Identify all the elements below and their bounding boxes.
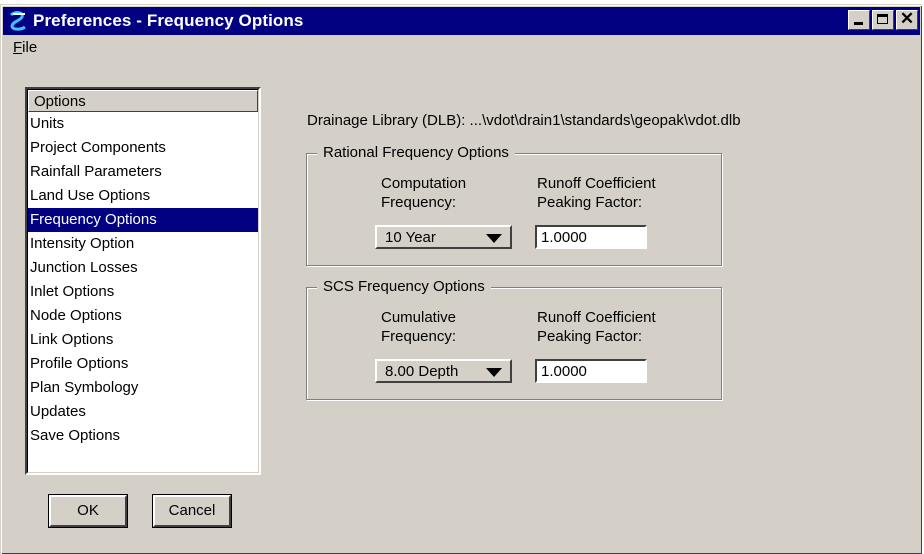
list-item-junction-losses[interactable]: Junction Losses bbox=[28, 256, 258, 280]
rational-frequency-value: 10 Year bbox=[385, 229, 436, 246]
close-button[interactable]: ✕ bbox=[896, 9, 918, 30]
rational-frequency-dropdown[interactable]: 10 Year bbox=[375, 225, 512, 249]
chevron-down-icon bbox=[486, 234, 502, 243]
rational-coefficient-input[interactable]: 1.0000 bbox=[535, 225, 647, 249]
window-title: Preferences - Frequency Options bbox=[33, 11, 304, 30]
list-item-link-options[interactable]: Link Options bbox=[28, 328, 258, 352]
list-item-land-use-options[interactable]: Land Use Options bbox=[28, 184, 258, 208]
minimize-button[interactable] bbox=[848, 10, 870, 30]
list-item-frequency-options[interactable]: Frequency Options bbox=[28, 208, 258, 232]
list-item-save-options[interactable]: Save Options bbox=[28, 424, 258, 448]
rational-coefficient-label-1: Runoff Coefficient bbox=[537, 175, 656, 192]
maximize-icon bbox=[877, 14, 888, 24]
rational-frequency-group: Rational Frequency Options Computation F… bbox=[306, 144, 722, 266]
list-item-plan-symbology[interactable]: Plan Symbology bbox=[28, 376, 258, 400]
cancel-button[interactable]: Cancel bbox=[152, 494, 232, 528]
scs-frequency-value: 8.00 Depth bbox=[385, 363, 459, 380]
maximize-button[interactable] bbox=[872, 10, 894, 30]
chevron-down-icon bbox=[486, 368, 502, 377]
rational-coefficient-value: 1.0000 bbox=[541, 229, 587, 246]
drainage-library-path: Drainage Library (DLB): ...\vdot\drain1\… bbox=[307, 112, 741, 129]
rational-group-legend: Rational Frequency Options bbox=[317, 144, 515, 161]
scs-group-legend: SCS Frequency Options bbox=[317, 278, 491, 295]
scs-frequency-dropdown[interactable]: 8.00 Depth bbox=[375, 359, 512, 383]
scs-coefficient-value: 1.0000 bbox=[541, 363, 587, 380]
scs-coefficient-label-2: Peaking Factor: bbox=[537, 328, 643, 345]
options-list-frame: Options Units Project Components Rainfal… bbox=[27, 89, 259, 473]
rational-frequency-label-1: Computation bbox=[381, 175, 467, 192]
rational-frequency-label-2: Frequency: bbox=[381, 194, 457, 211]
minimize-icon bbox=[854, 22, 863, 25]
ok-button[interactable]: OK bbox=[48, 494, 128, 528]
scs-frequency-label-2: Frequency: bbox=[381, 328, 457, 345]
scs-coefficient-label-1: Runoff Coefficient bbox=[537, 309, 656, 326]
title-bar[interactable]: Preferences - Frequency Options ✕ bbox=[3, 7, 920, 35]
rational-coefficient-label-2: Peaking Factor: bbox=[537, 194, 643, 211]
options-list-header: Options bbox=[28, 90, 258, 112]
options-listbox[interactable]: Options Units Project Components Rainfal… bbox=[25, 87, 261, 475]
list-item-rainfall-parameters[interactable]: Rainfall Parameters bbox=[28, 160, 258, 184]
window-controls: ✕ bbox=[846, 9, 918, 30]
list-item-inlet-options[interactable]: Inlet Options bbox=[28, 280, 258, 304]
scs-frequency-label-1: Cumulative bbox=[381, 309, 457, 326]
preferences-window: Preferences - Frequency Options ✕ File O… bbox=[0, 4, 922, 554]
list-item-updates[interactable]: Updates bbox=[28, 400, 258, 424]
list-item-profile-options[interactable]: Profile Options bbox=[28, 352, 258, 376]
geopak-icon bbox=[9, 11, 26, 31]
close-icon: ✕ bbox=[899, 9, 915, 28]
menu-bar: File bbox=[9, 39, 41, 61]
list-item-intensity-option[interactable]: Intensity Option bbox=[28, 232, 258, 256]
list-item-units[interactable]: Units bbox=[28, 112, 258, 136]
list-item-project-components[interactable]: Project Components bbox=[28, 136, 258, 160]
scs-frequency-group: SCS Frequency Options Cumulative Frequen… bbox=[306, 278, 722, 400]
list-item-node-options[interactable]: Node Options bbox=[28, 304, 258, 328]
scs-coefficient-input[interactable]: 1.0000 bbox=[535, 359, 647, 383]
menu-file[interactable]: File bbox=[9, 37, 41, 58]
